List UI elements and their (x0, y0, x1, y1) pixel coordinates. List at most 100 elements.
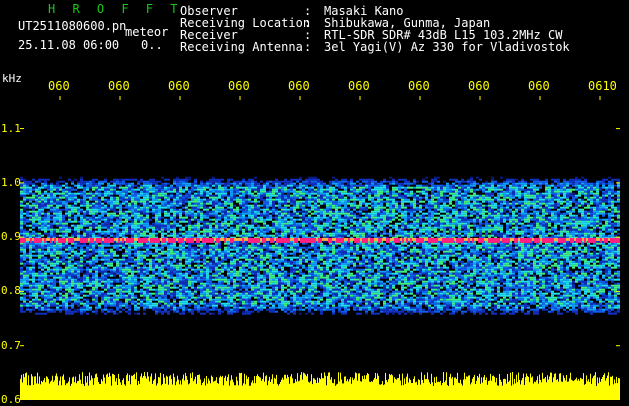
noise-cell (41, 222, 44, 225)
noise-cell (377, 216, 380, 219)
noise-cell (152, 180, 155, 183)
noise-cell (62, 184, 65, 187)
noise-cell (452, 228, 455, 231)
noise-cell (338, 200, 341, 203)
noise-cell (512, 218, 515, 221)
noise-cell (317, 188, 320, 191)
noise-cell (425, 232, 428, 235)
noise-cell (233, 228, 236, 231)
noise-cell (158, 230, 161, 233)
noise-cell (611, 218, 614, 221)
noise-cell (320, 234, 323, 237)
noise-cell (536, 194, 539, 197)
noise-cell (539, 210, 542, 213)
noise-cell (596, 182, 599, 185)
noise-cell (344, 186, 347, 189)
noise-cell (140, 178, 143, 181)
noise-cell (74, 184, 77, 187)
noise-cell (161, 224, 164, 227)
noise-cell (137, 204, 140, 207)
noise-cell (605, 228, 608, 231)
noise-cell (86, 232, 89, 235)
noise-cell (542, 230, 545, 233)
noise-cell (266, 182, 269, 185)
noise-cell (113, 184, 116, 187)
noise-cell (257, 228, 260, 231)
noise-cell (53, 184, 56, 187)
noise-cell (296, 192, 299, 195)
noise-cell (317, 230, 320, 233)
noise-cell (263, 210, 266, 213)
noise-cell (173, 234, 176, 237)
noise-cell (362, 228, 365, 231)
noise-cell (443, 192, 446, 195)
noise-cell (314, 184, 317, 187)
noise-cell (125, 190, 128, 193)
noise-cell (311, 224, 314, 227)
noise-cell (587, 186, 590, 189)
noise-cell (113, 220, 116, 223)
noise-cell (395, 196, 398, 199)
noise-cell (227, 212, 230, 215)
noise-cell (512, 232, 515, 235)
noise-cell (302, 186, 305, 189)
noise-cell (224, 194, 227, 197)
noise-cell (569, 214, 572, 217)
noise-cell (422, 186, 425, 189)
noise-cell (275, 194, 278, 197)
noise-cell (326, 200, 329, 203)
noise-cell (377, 218, 380, 221)
noise-cell (611, 192, 614, 195)
noise-cell (305, 228, 308, 231)
noise-cell (413, 230, 416, 233)
noise-cell (527, 214, 530, 217)
noise-cell (323, 220, 326, 223)
noise-cell (212, 234, 215, 237)
noise-cell (485, 188, 488, 191)
noise-cell (290, 208, 293, 211)
noise-cell (404, 210, 407, 213)
noise-cell (458, 202, 461, 205)
noise-cell (494, 180, 497, 183)
noise-cell (215, 178, 218, 181)
noise-cell (44, 178, 47, 181)
noise-cell (386, 204, 389, 207)
noise-cell (479, 178, 482, 181)
noise-cell (434, 226, 437, 229)
noise-cell (557, 178, 560, 181)
noise-cell (260, 192, 263, 195)
noise-cell (170, 228, 173, 231)
noise-cell (134, 224, 137, 227)
noise-cell (509, 228, 512, 231)
noise-cell (443, 210, 446, 213)
noise-cell (212, 230, 215, 233)
noise-cell (596, 226, 599, 229)
noise-cell (506, 190, 509, 193)
noise-cell (32, 196, 35, 199)
noise-cell (311, 212, 314, 215)
noise-cell (77, 208, 80, 211)
noise-cell (539, 234, 542, 237)
noise-cell (518, 220, 521, 223)
noise-cell (449, 202, 452, 205)
noise-cell (197, 194, 200, 197)
noise-cell (503, 180, 506, 183)
noise-cell (533, 220, 536, 223)
noise-cell (218, 188, 221, 191)
noise-cell (26, 230, 29, 233)
noise-cell (80, 224, 83, 227)
noise-cell (398, 214, 401, 217)
noise-cell (566, 206, 569, 209)
noise-cell (602, 180, 605, 183)
noise-cell (296, 178, 299, 181)
noise-cell (200, 226, 203, 229)
noise-cell (287, 224, 290, 227)
noise-cell (26, 214, 29, 217)
noise-cell (182, 226, 185, 229)
noise-cell (146, 214, 149, 217)
noise-cell (557, 234, 560, 237)
noise-cell (416, 224, 419, 227)
noise-cell (131, 198, 134, 201)
noise-cell (308, 202, 311, 205)
noise-cell (566, 196, 569, 199)
